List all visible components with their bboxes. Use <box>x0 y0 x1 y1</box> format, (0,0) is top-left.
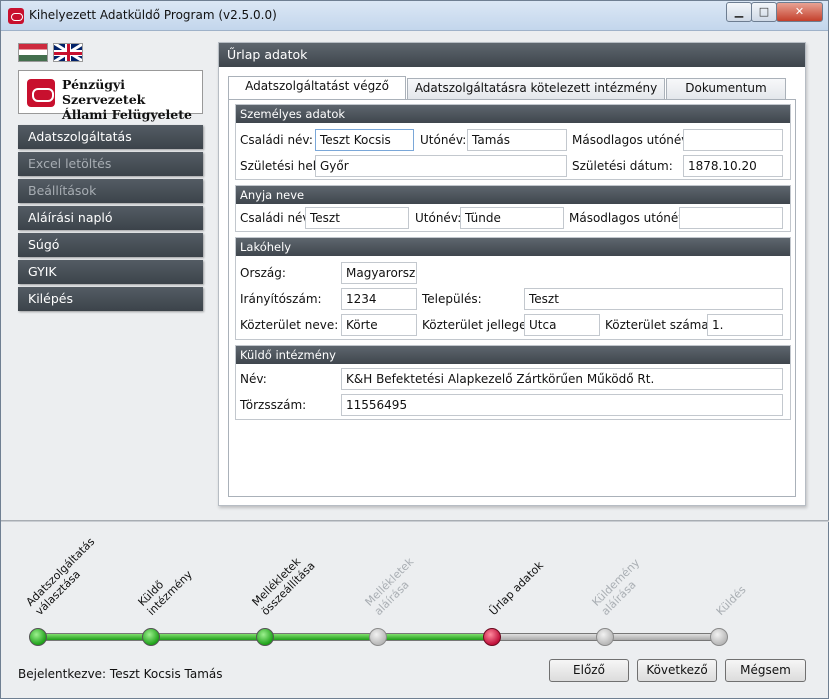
sidebar-item-excel-letoltes: Excel letöltés <box>18 152 203 176</box>
section-personal: Személyes adatok Családi név: Teszt Kocs… <box>235 104 791 180</box>
sidebar-item-beallitasok: Beállítások <box>18 179 203 203</box>
form-panel: Űrlap adatok Adatszolgáltatást végző ada… <box>218 42 806 506</box>
maximize-button[interactable]: □ <box>751 2 777 22</box>
input-birth-place[interactable]: Győr <box>315 155 567 177</box>
input-second-name[interactable] <box>683 129 783 151</box>
english-flag-icon[interactable] <box>53 43 83 62</box>
next-button[interactable]: Következő <box>637 659 717 682</box>
app-window: Kihelyezett Adatküldő Program (v2.5.0.0)… <box>0 0 829 699</box>
input-mother-given-name[interactable]: Tünde <box>460 207 564 229</box>
logo-line-1: Pénzügyi Szervezetek <box>62 77 146 107</box>
step-label-5: Űrlap adatok <box>486 558 547 618</box>
authority-logo-icon <box>27 79 55 107</box>
logo-line-2: Állami Felügyelete <box>62 107 192 122</box>
label-reg-no: Törzsszám: <box>240 398 307 412</box>
section-title-mother: Anyja neve <box>236 186 790 204</box>
hungarian-flag-icon[interactable] <box>18 43 48 62</box>
label-country: Ország: <box>240 266 286 280</box>
input-family-name[interactable]: Teszt Kocsis <box>315 129 414 151</box>
panel-title: Űrlap adatok <box>219 43 805 67</box>
login-status: Bejelentkezve: Teszt Kocsis Tamás <box>18 667 223 681</box>
section-sender: Küldő intézmény Név: K&H Befektetési Ala… <box>235 345 791 420</box>
step-label-7: Küldés <box>713 583 749 618</box>
input-reg-no[interactable]: 11556495 <box>341 394 783 416</box>
section-title-sender: Küldő intézmény <box>236 346 790 364</box>
tab-content: Személyes adatok Családi név: Teszt Kocs… <box>228 99 796 497</box>
sidebar-item-alairasi-naplo[interactable]: Aláírási napló <box>18 206 203 230</box>
title-bar[interactable]: Kihelyezett Adatküldő Program (v2.5.0.0)… <box>1 1 828 31</box>
label-mother-given-name: Utónév: <box>415 211 462 225</box>
input-street[interactable]: Körte <box>341 314 417 336</box>
sidebar-item-sugo[interactable]: Súgó <box>18 233 203 257</box>
step-dot-4 <box>369 628 387 646</box>
step-label-2: Küldő intézmény <box>135 567 195 618</box>
tab-institution-data[interactable]: Adatszolgáltatásra kötelezett intézmény … <box>407 78 665 114</box>
input-sender-name[interactable]: K&H Befektetési Alapkezelő Zártkörűen Mű… <box>341 368 783 390</box>
label-birth-date: Születési dátum: <box>572 159 673 173</box>
step-dot-6 <box>596 628 614 646</box>
close-button[interactable]: ✕ <box>776 2 823 22</box>
step-label-1: Adatszolgáltatás választása <box>23 535 98 618</box>
sidebar-item-kilepes[interactable]: Kilépés <box>18 287 203 311</box>
input-zip[interactable]: 1234 <box>341 288 417 310</box>
input-birth-date[interactable]: 1878.10.20 <box>683 155 783 177</box>
input-house-no[interactable]: 1. <box>707 314 783 336</box>
label-given-name: Utónév: <box>420 133 467 147</box>
label-mother-second-name: Másodlagos utónév: <box>569 211 689 225</box>
client-area: Pénzügyi Szervezetek Állami Felügyelete … <box>1 32 829 693</box>
authority-logo: Pénzügyi Szervezetek Állami Felügyelete <box>18 70 203 122</box>
label-second-name: Másodlagos utónév: <box>572 133 692 147</box>
label-family-name: Családi név: <box>240 133 313 147</box>
section-address: Lakóhely Ország: Magyarország Irányítósz… <box>235 237 791 340</box>
section-title-personal: Személyes adatok <box>236 105 790 123</box>
cancel-button[interactable]: Mégsem <box>725 659 806 682</box>
step-label-3: Mellékletek összeállítása <box>249 555 318 618</box>
step-dot-3 <box>256 628 274 646</box>
input-country[interactable]: Magyarország <box>341 262 417 284</box>
step-dot-1 <box>29 628 47 646</box>
label-street-type: Közterület jellege: <box>422 318 531 332</box>
step-dot-5 <box>483 628 501 646</box>
tab-document-data[interactable]: Dokumentum adatai <box>666 78 786 114</box>
sidebar-nav: Adatszolgáltatás Excel letöltés Beállítá… <box>18 125 203 314</box>
app-logo-icon <box>8 8 24 24</box>
label-zip: Irányítószám: <box>240 292 322 306</box>
window-title: Kihelyezett Adatküldő Program (v2.5.0.0) <box>29 8 277 22</box>
input-mother-second-name[interactable] <box>679 207 783 229</box>
step-dot-2 <box>142 628 160 646</box>
previous-button[interactable]: Előző <box>549 659 629 682</box>
label-mother-family-name: Családi név: <box>240 211 313 225</box>
step-label-4: Mellékletek aláírása <box>362 555 417 618</box>
sidebar-item-adatszolgaltatas[interactable]: Adatszolgáltatás <box>18 125 203 149</box>
tab-reporter-data[interactable]: Adatszolgáltatást végző adatai <box>228 76 406 112</box>
bottom-divider <box>1 520 829 522</box>
section-mother: Anyja neve Családi név: Teszt Utónév: Tü… <box>235 185 791 232</box>
step-label-6: Küldemény aláírása <box>589 556 643 618</box>
sidebar-item-gyik[interactable]: GYIK <box>18 260 203 284</box>
label-house-no: Közterület száma: <box>605 318 713 332</box>
label-street: Közterület neve: <box>240 318 339 332</box>
section-title-address: Lakóhely <box>236 238 790 256</box>
input-city[interactable]: Teszt <box>524 288 783 310</box>
input-mother-family-name[interactable]: Teszt <box>305 207 409 229</box>
step-dot-7 <box>710 628 728 646</box>
label-city: Település: <box>422 292 482 306</box>
label-birth-place: Születési hely: <box>240 159 327 173</box>
label-sender-name: Név: <box>240 372 267 386</box>
input-given-name[interactable]: Tamás <box>467 129 567 151</box>
minimize-button[interactable]: ▁ <box>726 2 752 22</box>
input-street-type[interactable]: Utca <box>524 314 600 336</box>
